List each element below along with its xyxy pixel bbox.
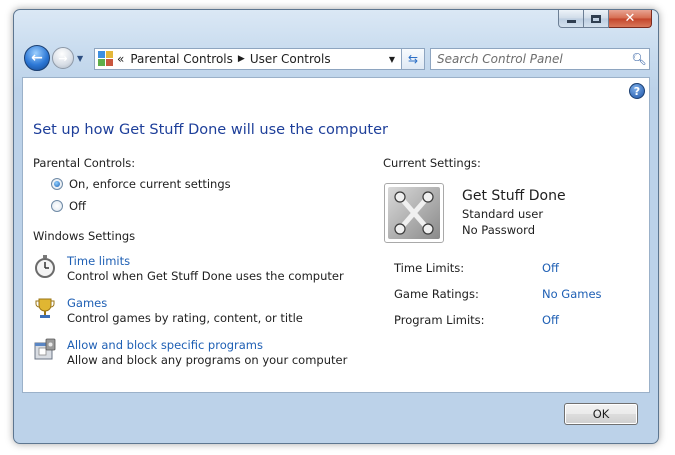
ok-button[interactable]: OK — [564, 403, 638, 425]
programs-icon — [33, 338, 57, 362]
game-ratings-setting-value[interactable]: No Games — [542, 287, 602, 301]
parental-controls-label: Parental Controls: — [33, 156, 136, 170]
help-icon[interactable]: ? — [629, 83, 645, 99]
radio-off-label: Off — [69, 199, 86, 213]
refresh-button[interactable]: ⇆ — [401, 48, 425, 70]
page-title: Set up how Get Stuff Done will use the c… — [33, 122, 389, 138]
caption-buttons: ✕ — [558, 10, 652, 28]
time-limits-setting-label: Time Limits: — [394, 261, 465, 275]
radio-off[interactable]: Off — [51, 199, 86, 213]
recent-pages-dropdown[interactable]: ▼ — [77, 54, 83, 63]
minimize-icon — [566, 20, 576, 23]
time-limits-description: Control when Get Stuff Done uses the com… — [67, 269, 344, 283]
user-name: Get Stuff Done — [462, 188, 566, 204]
maximize-button[interactable] — [584, 10, 609, 28]
current-settings-label: Current Settings: — [383, 156, 481, 170]
search-input[interactable] — [431, 52, 629, 66]
programs-description: Allow and block any programs on your com… — [67, 353, 348, 367]
programs-item: Allow and block specific programs Allow … — [33, 338, 347, 368]
maximize-icon — [591, 14, 601, 23]
forward-arrow-icon: → — [58, 51, 68, 65]
games-link[interactable]: Games — [67, 296, 303, 311]
minimize-button[interactable] — [558, 10, 584, 28]
radio-on-label: On, enforce current settings — [69, 177, 231, 191]
user-avatar-icon — [388, 187, 440, 239]
program-limits-setting-value[interactable]: Off — [542, 313, 559, 327]
breadcrumb-separator-icon[interactable]: ▶ — [238, 54, 245, 64]
trophy-icon — [33, 296, 57, 320]
programs-link[interactable]: Allow and block specific programs — [67, 338, 347, 353]
close-button[interactable]: ✕ — [609, 10, 652, 28]
user-password-status: No Password — [462, 223, 536, 237]
time-limits-setting-value[interactable]: Off — [542, 261, 559, 275]
content-pane: ? Set up how Get Stuff Done will use the… — [22, 77, 650, 393]
refresh-icon: ⇆ — [407, 52, 419, 66]
radio-on[interactable]: On, enforce current settings — [51, 177, 231, 191]
address-dropdown-icon[interactable]: ▼ — [389, 55, 395, 64]
windows-settings-label: Windows Settings — [33, 229, 136, 243]
close-icon: ✕ — [624, 11, 636, 26]
address-bar[interactable]: « Parental Controls ▶ User Controls ▼ — [94, 48, 402, 70]
games-description: Control games by rating, content, or tit… — [67, 311, 303, 325]
radio-off-button[interactable] — [51, 200, 63, 212]
breadcrumb-parental-controls[interactable]: Parental Controls — [130, 52, 233, 66]
search-box: 🔍︎ — [430, 48, 650, 70]
back-arrow-icon: ← — [31, 50, 43, 66]
breadcrumb-user-controls[interactable]: User Controls — [250, 52, 331, 66]
control-panel-icon — [98, 51, 114, 67]
forward-button[interactable]: → — [52, 47, 74, 69]
parental-controls-window: ✕ ← → ▼ « Parental Controls ▶ User Contr… — [13, 9, 659, 444]
radio-on-button[interactable] — [51, 178, 63, 190]
stopwatch-icon — [33, 254, 57, 278]
navigation-bar: ← → ▼ « Parental Controls ▶ User Control… — [22, 44, 650, 74]
search-icon[interactable]: 🔍︎ — [629, 52, 649, 66]
games-item: Games Control games by rating, content, … — [33, 296, 303, 326]
game-ratings-setting-label: Game Ratings: — [394, 287, 479, 301]
program-limits-setting-label: Program Limits: — [394, 313, 485, 327]
time-limits-link[interactable]: Time limits — [67, 254, 344, 269]
user-type: Standard user — [462, 207, 544, 221]
breadcrumb-overflow[interactable]: « — [117, 52, 124, 66]
time-limits-item: Time limits Control when Get Stuff Done … — [33, 254, 344, 284]
user-picture — [384, 183, 444, 243]
back-button[interactable]: ← — [24, 45, 50, 71]
